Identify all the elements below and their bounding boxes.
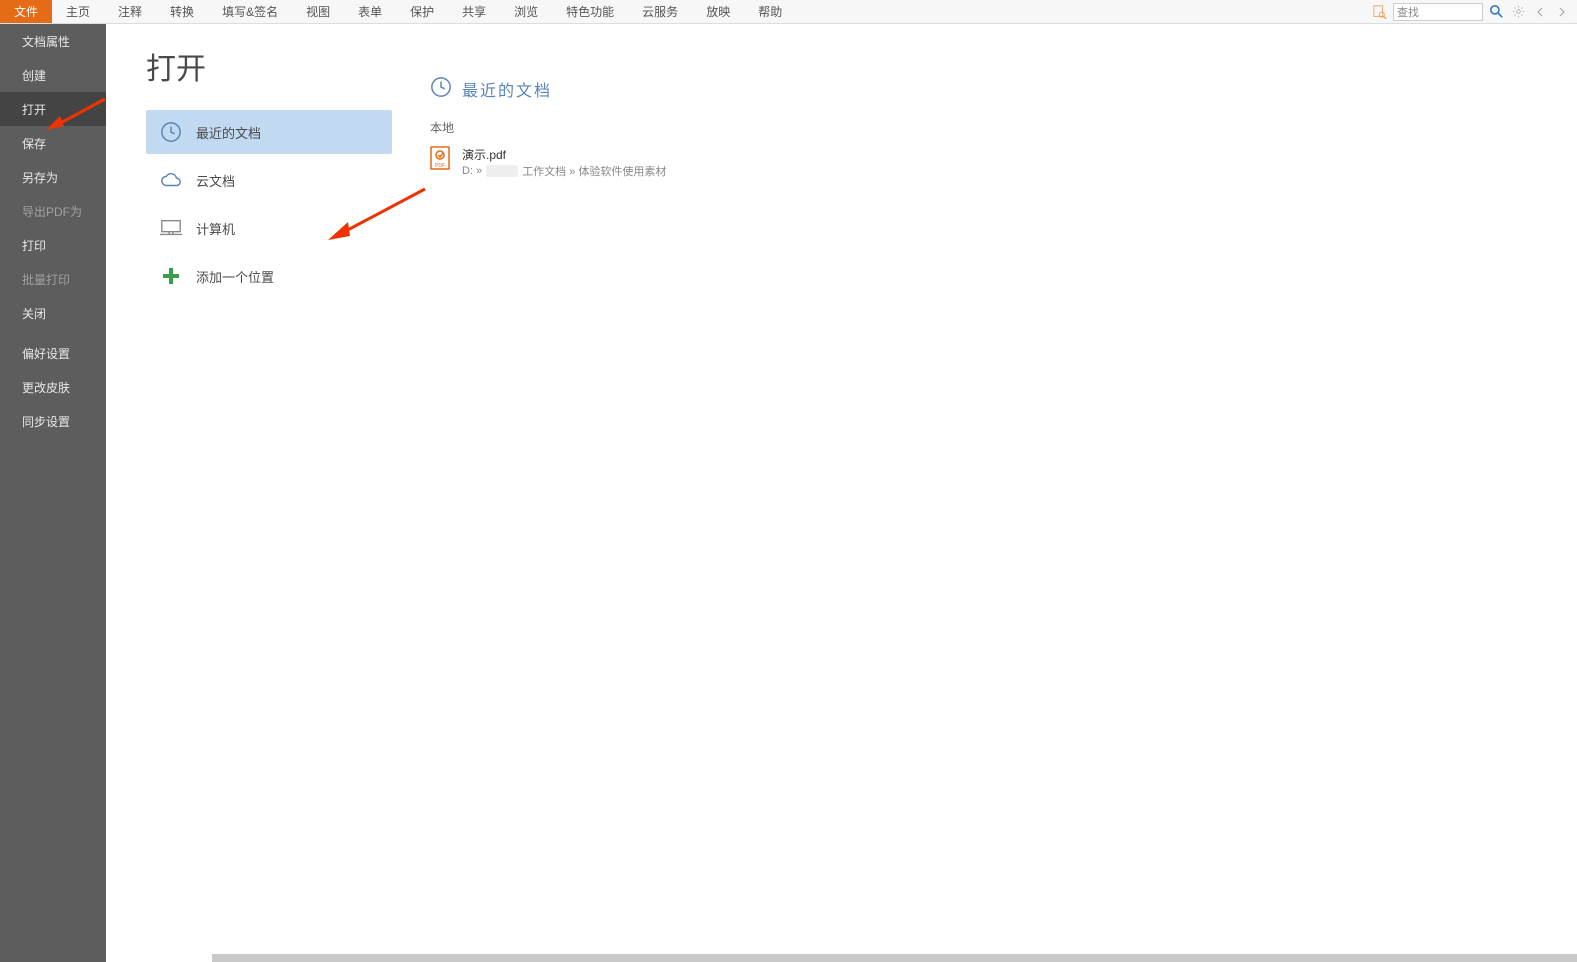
- gear-icon[interactable]: [1509, 3, 1527, 21]
- menu-cloud[interactable]: 云服务: [628, 0, 692, 23]
- sidebar-print[interactable]: 打印: [0, 228, 106, 262]
- recent-filename: 演示.pdf: [462, 146, 666, 163]
- sidebar-close[interactable]: 关闭: [0, 296, 106, 330]
- svg-text:PDF: PDF: [435, 163, 445, 169]
- menu-home[interactable]: 主页: [52, 0, 104, 23]
- sidebar-doc-props[interactable]: 文档属性: [0, 24, 106, 58]
- open-option-label: 计算机: [196, 219, 235, 238]
- sidebar-skin[interactable]: 更改皮肤: [0, 370, 106, 404]
- prev-icon[interactable]: [1531, 3, 1549, 21]
- menu-convert[interactable]: 转换: [156, 0, 208, 23]
- menu-help[interactable]: 帮助: [744, 0, 796, 23]
- open-option-label: 云文档: [196, 171, 235, 190]
- redacted-segment: [486, 165, 518, 177]
- pdf-icon: PDF: [430, 146, 450, 170]
- recent-path: D: » 工作文档 » 体验软件使用素材: [462, 163, 666, 179]
- menu-browse[interactable]: 浏览: [500, 0, 552, 23]
- search-icon[interactable]: [1487, 3, 1505, 21]
- menu-form[interactable]: 表单: [344, 0, 396, 23]
- search-in-doc-icon[interactable]: [1371, 3, 1389, 21]
- sidebar-open[interactable]: 打开: [0, 92, 106, 126]
- recent-section-local: 本地: [430, 119, 1537, 136]
- menubar: 文件 主页 注释 转换 填写&签名 视图 表单 保护 共享 浏览 特色功能 云服…: [0, 0, 1577, 24]
- clock-icon: [160, 121, 182, 143]
- search-input[interactable]: 查找: [1393, 3, 1483, 21]
- recent-item[interactable]: PDF 演示.pdf D: » 工作文档 » 体验软件使用素材: [430, 142, 1537, 183]
- content-area: 打开 最近的文档 云文档 计算机: [106, 24, 1577, 962]
- menu-features[interactable]: 特色功能: [552, 0, 628, 23]
- open-option-cloud[interactable]: 云文档: [146, 158, 392, 202]
- computer-icon: [160, 217, 182, 239]
- plus-icon: [160, 265, 182, 287]
- menu-play[interactable]: 放映: [692, 0, 744, 23]
- clock-icon: [430, 76, 452, 101]
- sidebar-sync[interactable]: 同步设置: [0, 404, 106, 438]
- sidebar-export-pdf[interactable]: 导出PDF为: [0, 194, 106, 228]
- open-option-computer[interactable]: 计算机: [146, 206, 392, 250]
- sidebar-save-as[interactable]: 另存为: [0, 160, 106, 194]
- menu-protect[interactable]: 保护: [396, 0, 448, 23]
- open-option-label: 最近的文档: [196, 123, 261, 142]
- bottom-strip: [212, 954, 1577, 962]
- sidebar-save[interactable]: 保存: [0, 126, 106, 160]
- sidebar-preferences[interactable]: 偏好设置: [0, 336, 106, 370]
- sidebar-batch-print[interactable]: 批量打印: [0, 262, 106, 296]
- next-icon[interactable]: [1553, 3, 1571, 21]
- menu-annotate[interactable]: 注释: [104, 0, 156, 23]
- file-sidebar: 文档属性 创建 打开 保存 另存为 导出PDF为 打印 批量打印 关闭 偏好设置…: [0, 24, 106, 962]
- menu-fill-sign[interactable]: 填写&签名: [208, 0, 292, 23]
- page-title: 打开: [146, 44, 396, 88]
- menu-view[interactable]: 视图: [292, 0, 344, 23]
- recent-header: 最近的文档: [462, 77, 552, 101]
- sidebar-create[interactable]: 创建: [0, 58, 106, 92]
- menu-share[interactable]: 共享: [448, 0, 500, 23]
- search-placeholder: 查找: [1397, 4, 1419, 20]
- open-option-add-location[interactable]: 添加一个位置: [146, 254, 392, 298]
- open-option-label: 添加一个位置: [196, 267, 274, 286]
- open-option-recent[interactable]: 最近的文档: [146, 110, 392, 154]
- menu-file[interactable]: 文件: [0, 0, 52, 23]
- cloud-icon: [160, 169, 182, 191]
